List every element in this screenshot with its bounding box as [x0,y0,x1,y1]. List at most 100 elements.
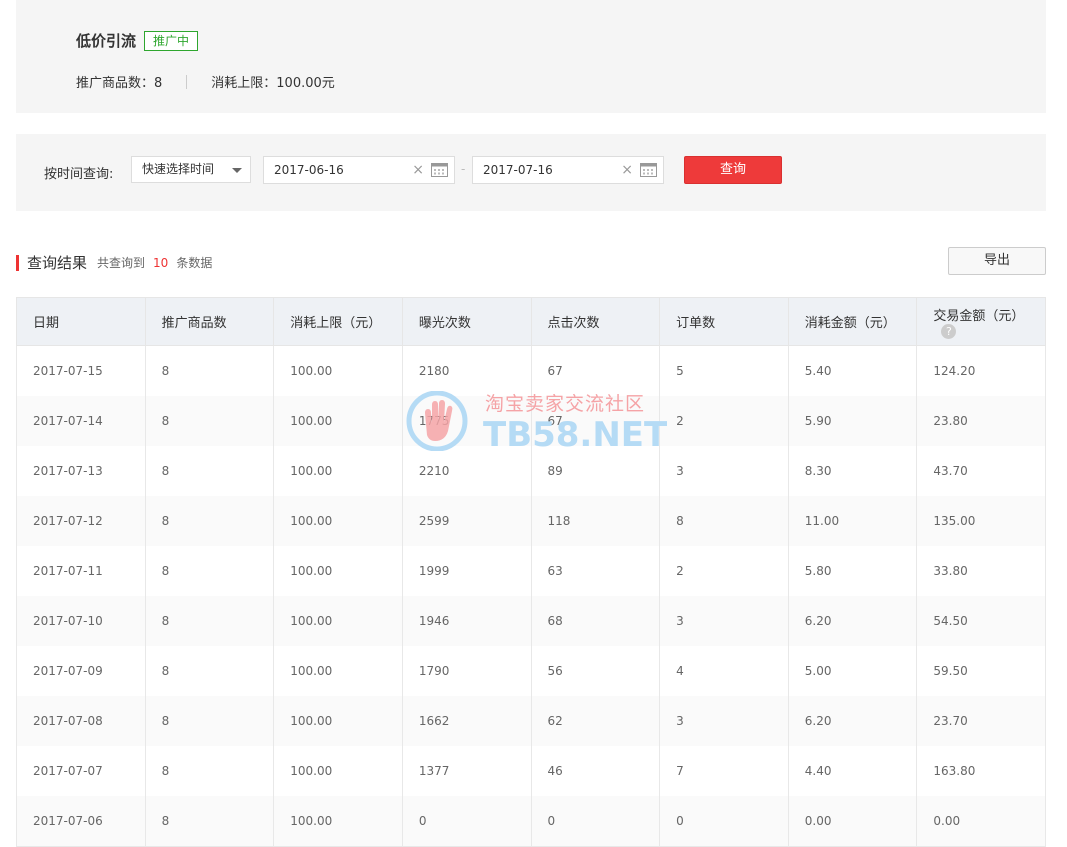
end-date-input[interactable]: 2017-07-16 × [472,156,664,184]
table-cell: 2017-07-15 [16,345,146,396]
calendar-icon[interactable] [431,162,448,177]
table-cell: 4 [659,646,789,696]
table-cell: 2 [659,396,789,446]
table-cell: 68 [530,596,661,646]
export-button[interactable]: 导出 [948,247,1046,275]
column-header-trade-amount: 交易金额（元）? [916,297,1046,346]
table-cell: 8.30 [787,446,918,496]
table-cell: 2599 [401,496,532,546]
date-filter-panel: 按时间查询: 快速选择时间 2017-06-16 × - 2017-07-16 … [16,134,1046,211]
quick-time-select-value: 快速选择时间 [142,162,215,176]
table-cell: 8 [144,696,275,746]
table-cell: 2017-07-11 [16,546,146,596]
table-row: 2017-07-07 8 100.00 1377 46 7 4.40 163.80 [16,746,1046,796]
table-cell: 56 [530,646,661,696]
clear-icon[interactable]: × [412,157,424,183]
table-cell: 0.00 [916,796,1046,847]
table-cell: 1377 [401,746,532,796]
table-cell: 0 [401,796,532,847]
table-cell: 6.20 [787,596,918,646]
table-cell: 2017-07-08 [16,696,146,746]
table-row: 2017-07-09 8 100.00 1790 56 4 5.00 59.50 [16,646,1046,696]
table-cell: 6.20 [787,696,918,746]
table-cell: 100.00 [273,496,403,546]
table-cell: 23.80 [916,396,1046,446]
table-cell: 2017-07-09 [16,646,146,696]
campaign-summary-panel: 低价引流 推广中 推广商品数：8 消耗上限：100.00元 [16,0,1046,113]
column-header: 推广商品数 [144,297,275,346]
table-cell: 62 [530,696,661,746]
table-cell: 8 [144,446,275,496]
table-cell: 135.00 [916,496,1046,546]
table-cell: 2017-07-10 [16,596,146,646]
table-cell: 100.00 [273,796,403,847]
date-filter-label: 按时间查询: [44,167,114,182]
table-cell: 8 [144,496,275,546]
table-cell: 118 [530,496,661,546]
column-header: 点击次数 [530,297,661,346]
quick-time-select[interactable]: 快速选择时间 [131,156,251,183]
table-cell: 2 [659,546,789,596]
table-cell: 100.00 [273,596,403,646]
column-header: 日期 [16,297,146,346]
table-cell: 43.70 [916,446,1046,496]
table-cell: 3 [659,446,789,496]
query-button[interactable]: 查询 [684,156,782,184]
table-cell: 8 [144,746,275,796]
table-cell: 5.90 [787,396,918,446]
start-date-value: 2017-06-16 [274,163,344,177]
table-row: 2017-07-14 8 100.00 1775 67 2 5.90 23.80 [16,396,1046,446]
table-cell: 8 [144,596,275,646]
table-row: 2017-07-11 8 100.00 1999 63 2 5.80 33.80 [16,546,1046,596]
table-cell: 8 [144,546,275,596]
calendar-icon[interactable] [640,162,657,177]
results-title: 查询结果 [27,254,88,272]
section-marker [16,254,19,271]
table-cell: 2017-07-14 [16,396,146,446]
end-date-value: 2017-07-16 [483,163,553,177]
table-cell: 33.80 [916,546,1046,596]
table-cell: 63 [530,546,661,596]
column-header-label: 交易金额（元） [933,308,1025,324]
table-cell: 8 [144,396,275,446]
table-cell: 2180 [401,345,532,396]
results-table: 日期 推广商品数 消耗上限（元） 曝光次数 点击次数 订单数 消耗金额（元） 交… [16,297,1046,847]
campaign-title-row: 低价引流 推广中 [76,30,199,51]
table-cell: 5.00 [787,646,918,696]
table-cell: 0 [659,796,789,847]
results-count-info: 共查询到 10 条数据 [97,254,212,271]
table-body: 2017-07-15 8 100.00 2180 67 5 5.40 124.20 2017-0… [16,345,1046,847]
meta-divider [186,74,188,89]
table-row: 2017-07-06 8 100.00 0 0 0 0.00 0.00 [16,796,1046,847]
table-cell: 4.40 [787,746,918,796]
table-cell: 2017-07-12 [16,496,146,546]
table-cell: 1790 [401,646,532,696]
table-cell: 0 [530,796,661,847]
table-cell: 59.50 [916,646,1046,696]
table-cell: 100.00 [273,446,403,496]
product-count: 推广商品数：8 [76,76,163,91]
table-row: 2017-07-12 8 100.00 2599 118 8 11.00 135.00 [16,496,1046,546]
table-cell: 5.80 [787,546,918,596]
table-cell: 3 [659,596,789,646]
results-count: 10 [153,256,169,270]
table-cell: 1999 [401,546,532,596]
clear-icon[interactable]: × [621,157,633,183]
table-cell: 11.00 [787,496,918,546]
table-cell: 23.70 [916,696,1046,746]
table-cell: 8 [659,496,789,546]
table-cell: 7 [659,746,789,796]
table-cell: 100.00 [273,696,403,746]
table-cell: 1775 [401,396,532,446]
table-row: 2017-07-15 8 100.00 2180 67 5 5.40 124.20 [16,345,1046,396]
column-header: 曝光次数 [401,297,532,346]
results-count-suffix: 条数据 [176,256,213,270]
table-cell: 3 [659,696,789,746]
chevron-down-icon [232,168,242,173]
help-icon[interactable]: ? [941,323,957,339]
start-date-input[interactable]: 2017-06-16 × [263,156,455,184]
table-cell: 67 [530,396,661,446]
table-row: 2017-07-13 8 100.00 2210 89 3 8.30 43.70 [16,446,1046,496]
table-row: 2017-07-10 8 100.00 1946 68 3 6.20 54.50 [16,596,1046,646]
column-header: 消耗金额（元） [787,297,918,346]
